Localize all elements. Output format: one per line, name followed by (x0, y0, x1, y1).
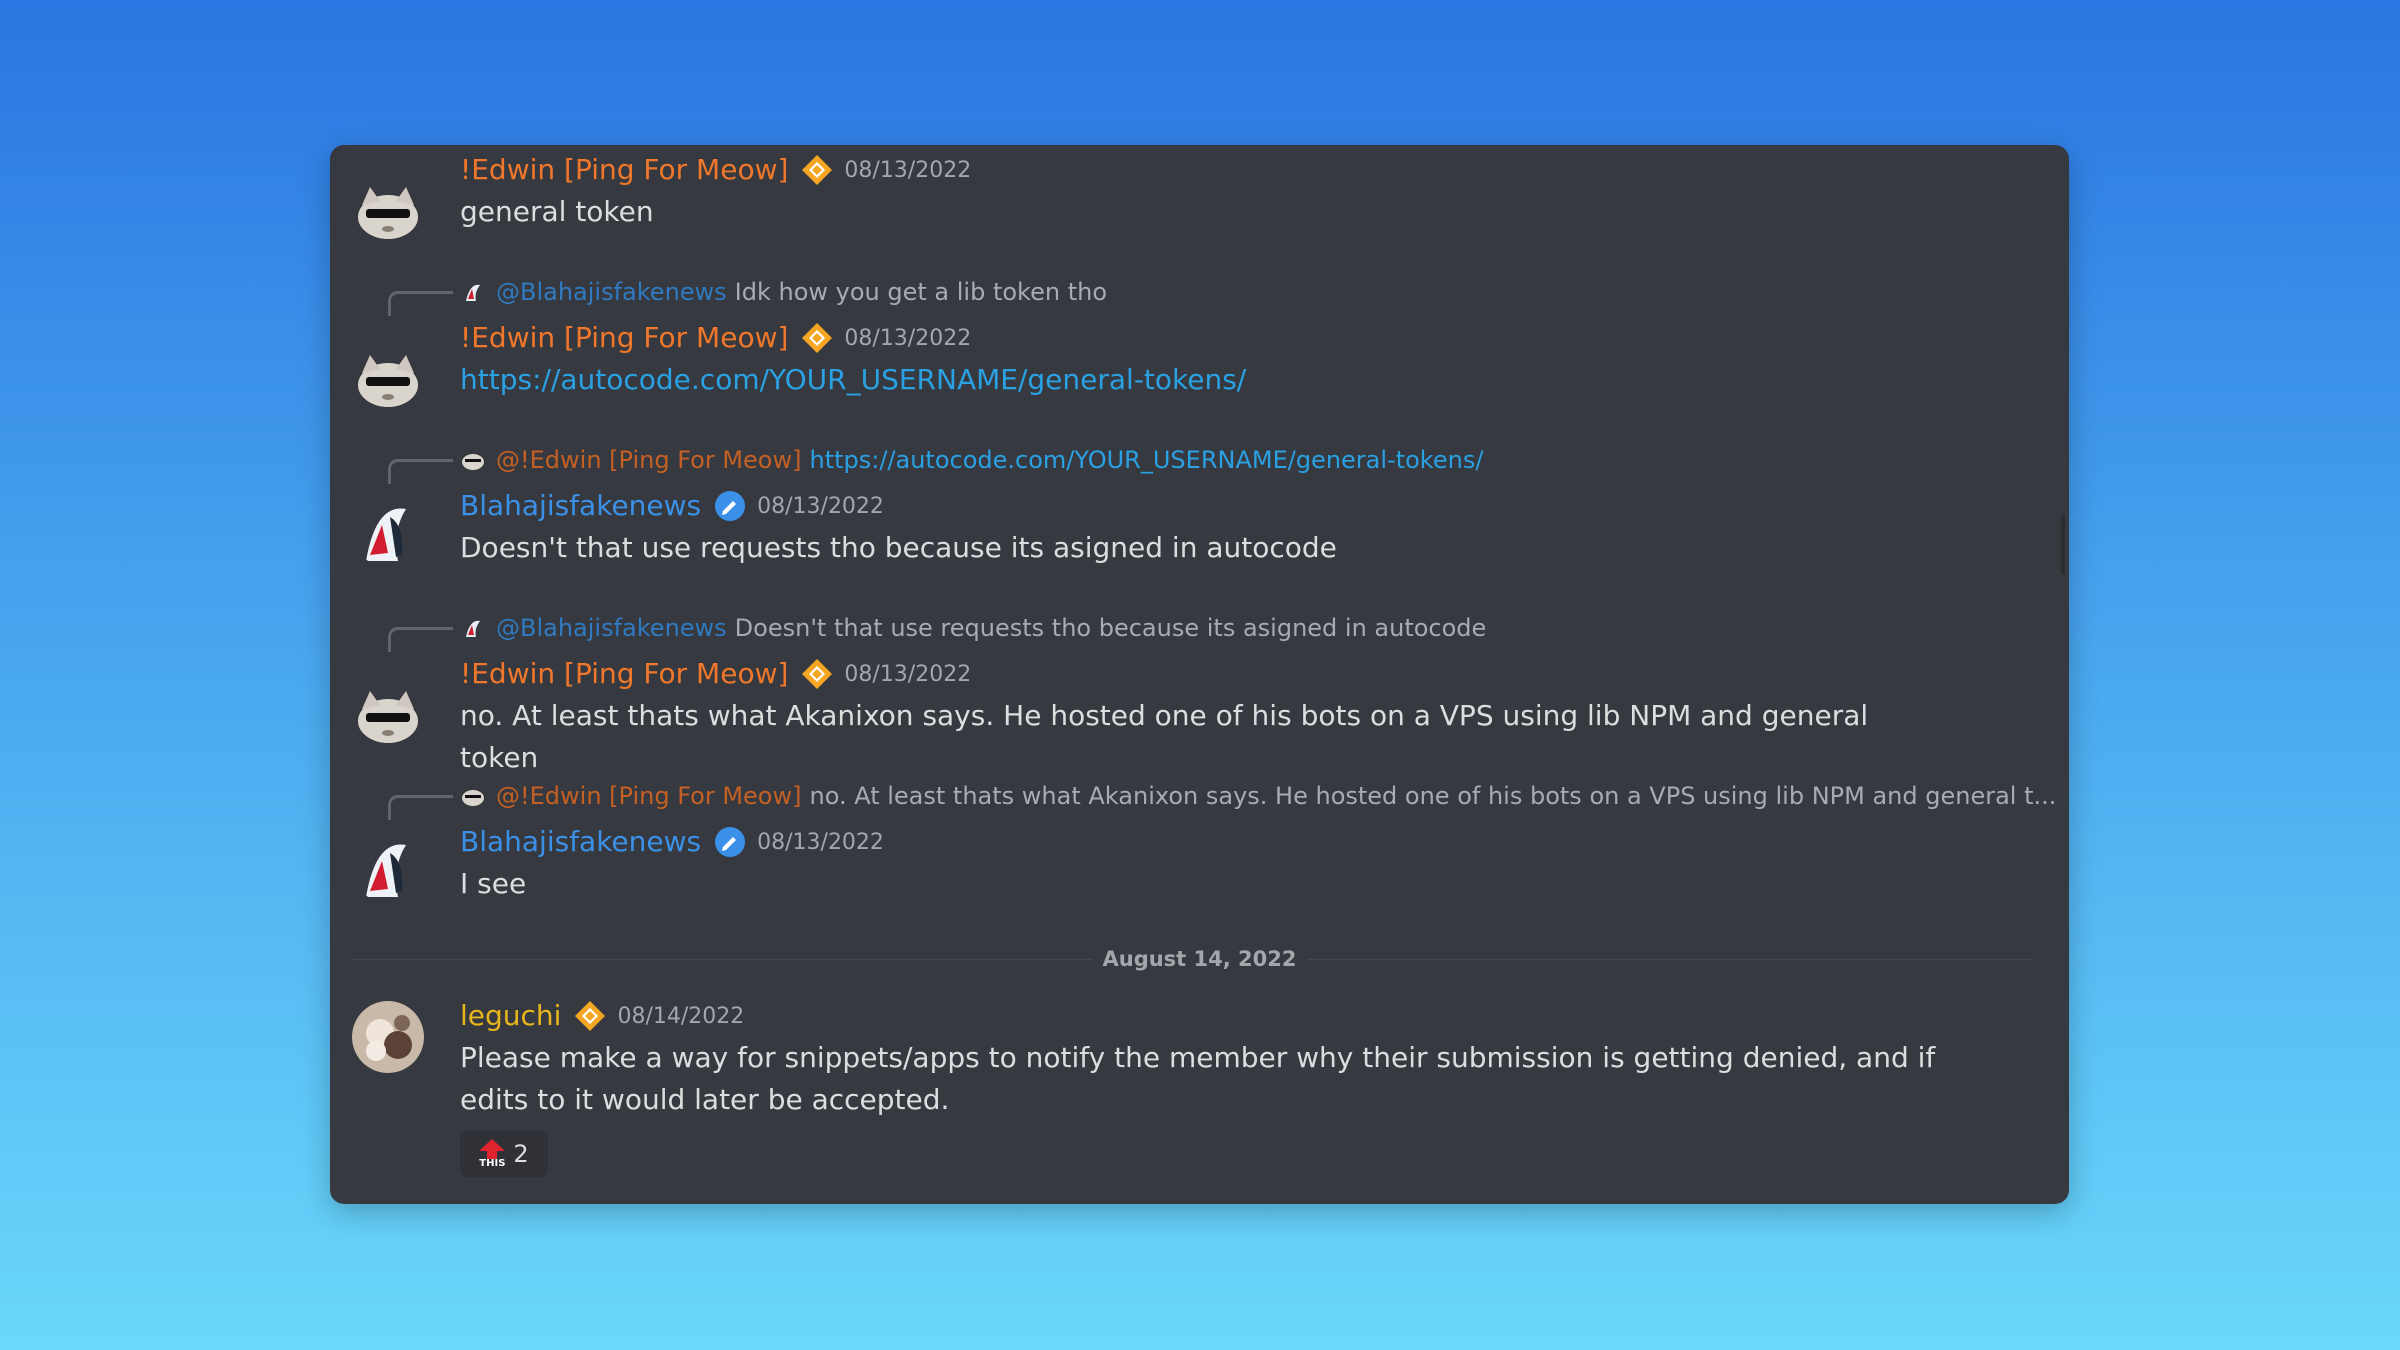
cat-avatar-small (460, 783, 486, 809)
message-text: no. At least thats what Akanixon says. H… (460, 699, 1869, 774)
reaction-label: THIS (479, 1158, 506, 1169)
orange-diamond-badge-icon (800, 657, 834, 691)
timestamp: 08/13/2022 (844, 157, 972, 183)
timestamp: 08/13/2022 (757, 493, 884, 519)
reply-spine (388, 459, 453, 484)
reply-text: Doesn't that use requests tho because it… (734, 614, 1487, 642)
reply-spine (388, 795, 453, 820)
message-link[interactable]: https://autocode.com/YOUR_USERNAME/gener… (460, 359, 1949, 401)
shark-avatar-small (460, 615, 486, 641)
leguchi-avatar[interactable] (352, 1001, 424, 1073)
shark-avatar[interactable] (352, 495, 424, 567)
date-divider: August 14, 2022 (1092, 944, 1307, 974)
message-text: Please make a way for snippets/apps to n… (460, 1041, 1936, 1116)
orange-diamond-badge-icon (800, 321, 834, 355)
cat-avatar[interactable] (352, 343, 424, 415)
reply-preview[interactable]: @Blahajisfakenews Doesn't that use reque… (460, 614, 1486, 642)
timestamp: 08/13/2022 (844, 661, 972, 687)
username[interactable]: leguchi (460, 999, 561, 1033)
this-arrow-icon: THIS (479, 1139, 505, 1169)
message-text: Doesn't that use requests tho because it… (460, 531, 1337, 564)
username[interactable]: !Edwin [Ping For Meow] (460, 153, 788, 187)
reply-mention[interactable]: @Blahajisfakenews (496, 614, 727, 642)
reaction-count: 2 (513, 1140, 529, 1168)
reply-preview[interactable]: @Blahajisfakenews Idk how you get a lib … (460, 278, 1107, 306)
username[interactable]: Blahajisfakenews (460, 825, 701, 859)
orange-diamond-badge-icon (573, 999, 607, 1033)
message-text: general token (460, 195, 654, 228)
cat-avatar[interactable] (352, 175, 424, 247)
reply-text: Idk how you get a lib token tho (734, 278, 1108, 306)
username[interactable]: Blahajisfakenews (460, 489, 701, 523)
reply-text: no. At least thats what Akanixon says. H… (809, 782, 2057, 810)
reply-spine (388, 627, 453, 652)
scrollbar-thumb[interactable] (2061, 515, 2065, 575)
reply-spine (388, 291, 453, 316)
timestamp: 08/14/2022 (617, 1003, 745, 1029)
reply-mention[interactable]: @!Edwin [Ping For Meow] (496, 782, 801, 810)
blue-verified-badge-icon (713, 825, 747, 859)
cat-avatar-small (460, 447, 486, 473)
username[interactable]: !Edwin [Ping For Meow] (460, 657, 788, 691)
reply-preview[interactable]: @!Edwin [Ping For Meow] no. At least tha… (460, 782, 2056, 810)
orange-diamond-badge-icon (800, 153, 834, 187)
reaction-button[interactable]: THIS 2 (460, 1131, 548, 1177)
message-text: I see (460, 867, 527, 900)
reply-link[interactable]: https://autocode.com/YOUR_USERNAME/gener… (809, 446, 1483, 474)
reply-mention[interactable]: @!Edwin [Ping For Meow] (496, 446, 801, 474)
timestamp: 08/13/2022 (844, 325, 972, 351)
blue-verified-badge-icon (713, 489, 747, 523)
chat-panel: !Edwin [Ping For Meow] 08/13/2022 genera… (330, 145, 2069, 1204)
shark-avatar[interactable] (352, 831, 424, 903)
reply-mention[interactable]: @Blahajisfakenews (496, 278, 727, 306)
cat-avatar[interactable] (352, 679, 424, 751)
shark-avatar-small (460, 279, 486, 305)
reply-preview[interactable]: @!Edwin [Ping For Meow] https://autocode… (460, 446, 1483, 474)
username[interactable]: !Edwin [Ping For Meow] (460, 321, 788, 355)
timestamp: 08/13/2022 (757, 829, 884, 855)
